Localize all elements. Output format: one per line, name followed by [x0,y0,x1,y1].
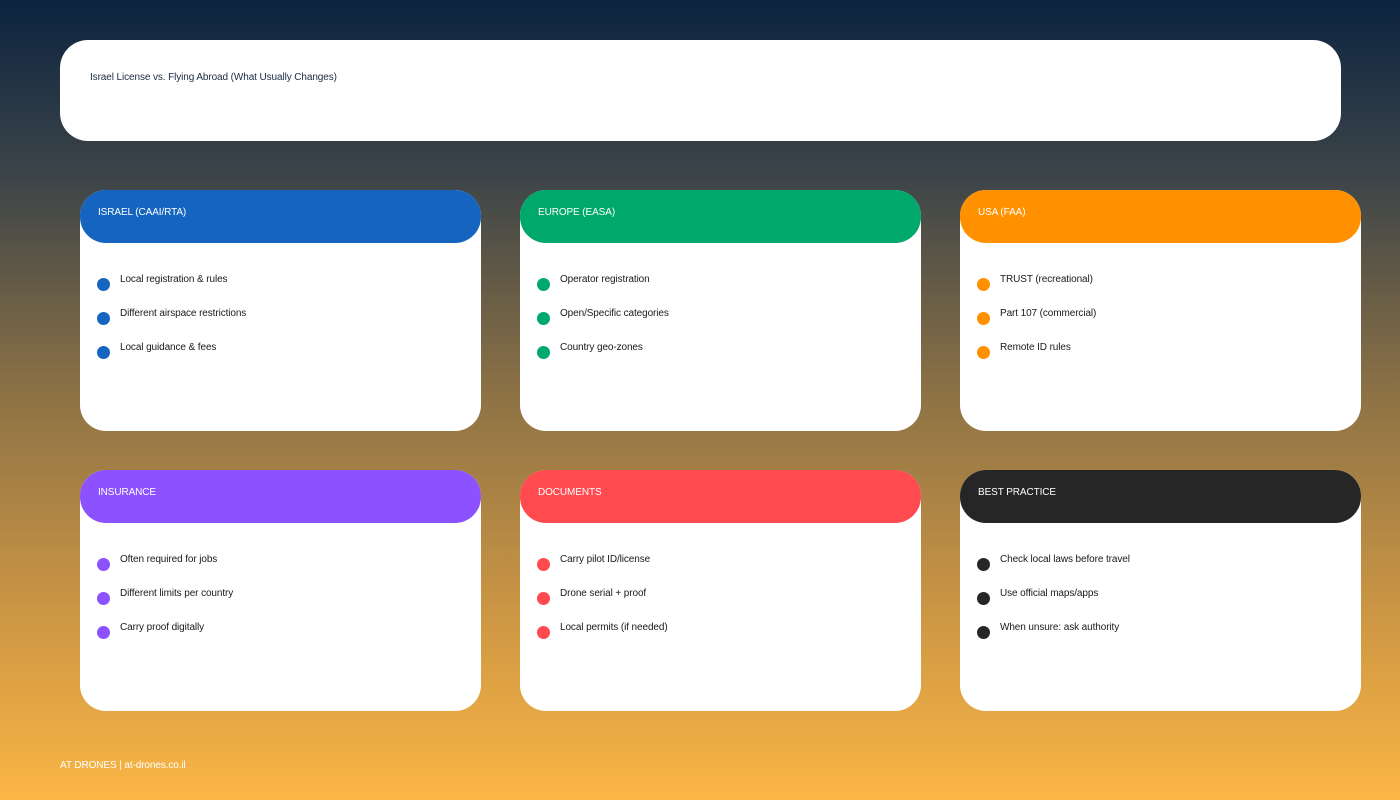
card-header-label: DOCUMENTS [538,487,602,498]
bullet-dot-icon [977,592,990,605]
list-item-text: Local guidance & fees [120,342,217,353]
bullet-dot-icon [537,346,550,359]
bullet-dot-icon [977,346,990,359]
list-item-text: Drone serial + proof [560,588,647,599]
bullet-dot-icon [97,626,110,639]
page-title: Israel License vs. Flying Abroad (What U… [90,72,337,83]
bullet-dot-icon [977,558,990,571]
list-item-text: Carry pilot ID/license [560,554,651,565]
card-header-label: EUROPE (EASA) [538,207,616,218]
list-item-text: TRUST (recreational) [1000,274,1093,285]
card-header: INSURANCE [80,470,481,523]
info-card: BEST PRACTICE Check local laws before tra… [960,470,1361,711]
list-item-text: Check local laws before travel [1000,554,1130,565]
bullet-dot-icon [977,626,990,639]
bullet-dot-icon [97,592,110,605]
bullet-dot-icon [537,558,550,571]
bullet-dot-icon [97,278,110,291]
bullet-dot-icon [977,312,990,325]
list-item-text: Local registration & rules [120,274,228,285]
card-header: EUROPE (EASA) [520,190,921,243]
card-header-label: BEST PRACTICE [978,487,1056,498]
list-item-text: Operator registration [560,274,650,285]
card-header: DOCUMENTS [520,470,921,523]
card-header-label: ISRAEL (CAAI/RTA) [98,207,187,218]
bullet-dot-icon [97,312,110,325]
card-header: USA (FAA) [960,190,1361,243]
list-item-text: Local permits (if needed) [560,622,668,633]
list-item-text: Often required for jobs [120,554,218,565]
info-card: USA (FAA) TRUST (recreational) Part 107 (c… [960,190,1361,431]
bullet-dot-icon [537,626,550,639]
info-card: INSURANCE Often required for jobs Differen… [80,470,481,711]
list-item-text: Different airspace restrictions [120,308,247,319]
card-header-label: USA (FAA) [978,207,1026,218]
list-item-text: When unsure: ask authority [1000,622,1120,633]
card-header-label: INSURANCE [98,487,156,498]
bullet-dot-icon [97,346,110,359]
card-header: ISRAEL (CAAI/RTA) [80,190,481,243]
list-item-text: Remote ID rules [1000,342,1071,353]
list-item-text: Different limits per country [120,588,234,599]
bullet-dot-icon [977,278,990,291]
list-item-text: Carry proof digitally [120,622,205,633]
list-item-text: Open/Specific categories [560,308,669,319]
bullet-dot-icon [537,278,550,291]
list-item-text: Country geo-zones [560,342,643,353]
info-card: DOCUMENTS Carry pilot ID/license Drone ser… [520,470,921,711]
title-card: Israel License vs. Flying Abroad (What U… [60,40,1341,141]
bullet-dot-icon [537,312,550,325]
card-header: BEST PRACTICE [960,470,1361,523]
info-card: EUROPE (EASA) Operator registration Open/S… [520,190,921,431]
list-item-text: Part 107 (commercial) [1000,308,1097,319]
bullet-dot-icon [537,592,550,605]
footer-text: AT DRONES | at-drones.co.il [60,760,186,771]
info-card: ISRAEL (CAAI/RTA) Local registration & ru… [80,190,481,431]
list-item-text: Use official maps/apps [1000,588,1099,599]
bullet-dot-icon [97,558,110,571]
